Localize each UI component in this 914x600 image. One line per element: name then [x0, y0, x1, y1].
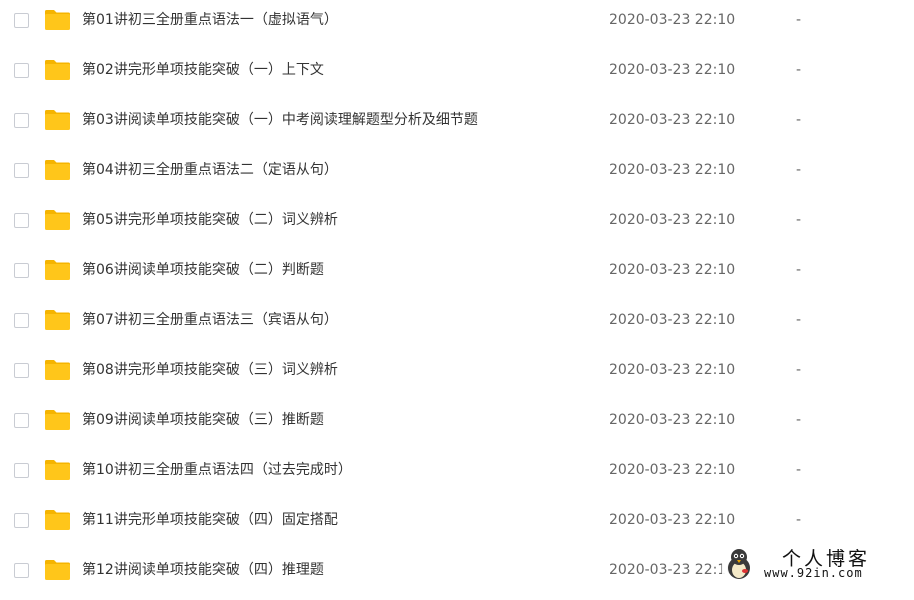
modified-date: 2020-03-23 22:10: [609, 262, 736, 278]
file-size: -: [796, 12, 802, 28]
file-name[interactable]: 第04讲初三全册重点语法二（定语从句）: [82, 161, 338, 179]
modified-date: 2020-03-23 22:10: [609, 62, 736, 78]
folder-icon: [45, 310, 70, 330]
checkbox-icon[interactable]: [14, 563, 29, 578]
file-row[interactable]: 第08讲完形单项技能突破（三）词义辨析 2020-03-23 22:10 -: [0, 350, 914, 400]
modified-date: 2020-03-23 22:10: [609, 562, 736, 578]
checkbox-icon[interactable]: [14, 163, 29, 178]
file-row[interactable]: 第01讲初三全册重点语法一（虚拟语气） 2020-03-23 22:10 -: [0, 0, 914, 50]
modified-date: 2020-03-23 22:10: [609, 412, 736, 428]
blog-mascot-icon: [728, 549, 750, 579]
modified-date: 2020-03-23 22:10: [609, 112, 736, 128]
modified-date: 2020-03-23 22:10: [609, 512, 736, 528]
file-name[interactable]: 第12讲阅读单项技能突破（四）推理题: [82, 561, 324, 579]
folder-icon: [45, 510, 70, 530]
folder-icon: [45, 360, 70, 380]
checkbox-icon[interactable]: [14, 113, 29, 128]
file-size: -: [796, 312, 802, 328]
file-name[interactable]: 第07讲初三全册重点语法三（宾语从句）: [82, 311, 338, 329]
modified-date: 2020-03-23 22:10: [609, 212, 736, 228]
file-name[interactable]: 第03讲阅读单项技能突破（一）中考阅读理解题型分析及细节题: [82, 111, 478, 129]
checkbox-icon[interactable]: [14, 413, 29, 428]
file-name[interactable]: 第10讲初三全册重点语法四（过去完成时）: [82, 461, 352, 479]
checkbox-icon[interactable]: [14, 263, 29, 278]
file-size: -: [796, 462, 802, 478]
modified-date: 2020-03-23 22:10: [609, 462, 736, 478]
checkbox-icon[interactable]: [14, 63, 29, 78]
file-row[interactable]: 第05讲完形单项技能突破（二）词义辨析 2020-03-23 22:10 -: [0, 200, 914, 250]
checkbox-icon[interactable]: [14, 463, 29, 478]
checkbox-icon[interactable]: [14, 363, 29, 378]
folder-icon: [45, 210, 70, 230]
folder-icon: [45, 260, 70, 280]
file-name[interactable]: 第06讲阅读单项技能突破（二）判断题: [82, 261, 324, 279]
watermark-url: www.92in.com: [764, 566, 863, 580]
file-row[interactable]: 第09讲阅读单项技能突破（三）推断题 2020-03-23 22:10 -: [0, 400, 914, 450]
checkbox-icon[interactable]: [14, 13, 29, 28]
modified-date: 2020-03-23 22:10: [609, 12, 736, 28]
file-row[interactable]: 第04讲初三全册重点语法二（定语从句） 2020-03-23 22:10 -: [0, 150, 914, 200]
folder-icon: [45, 160, 70, 180]
modified-date: 2020-03-23 22:10: [609, 362, 736, 378]
file-size: -: [796, 262, 802, 278]
folder-icon: [45, 60, 70, 80]
modified-date: 2020-03-23 22:10: [609, 162, 736, 178]
checkbox-icon[interactable]: [14, 313, 29, 328]
file-size: -: [796, 112, 802, 128]
file-name[interactable]: 第08讲完形单项技能突破（三）词义辨析: [82, 361, 338, 379]
file-name[interactable]: 第01讲初三全册重点语法一（虚拟语气）: [82, 11, 338, 29]
file-name[interactable]: 第05讲完形单项技能突破（二）词义辨析: [82, 211, 338, 229]
folder-icon: [45, 460, 70, 480]
file-size: -: [796, 212, 802, 228]
folder-icon: [45, 410, 70, 430]
file-size: -: [796, 512, 802, 528]
file-name[interactable]: 第09讲阅读单项技能突破（三）推断题: [82, 411, 324, 429]
modified-date: 2020-03-23 22:10: [609, 312, 736, 328]
file-size: -: [796, 412, 802, 428]
file-row[interactable]: 第06讲阅读单项技能突破（二）判断题 2020-03-23 22:10 -: [0, 250, 914, 300]
file-name[interactable]: 第11讲完形单项技能突破（四）固定搭配: [82, 511, 338, 529]
folder-icon: [45, 10, 70, 30]
checkbox-icon[interactable]: [14, 213, 29, 228]
folder-icon: [45, 560, 70, 580]
file-row[interactable]: 第10讲初三全册重点语法四（过去完成时） 2020-03-23 22:10 -: [0, 450, 914, 500]
checkbox-icon[interactable]: [14, 513, 29, 528]
file-name[interactable]: 第02讲完形单项技能突破（一）上下文: [82, 61, 324, 79]
watermark: 个人博客 www.92in.com: [722, 542, 914, 586]
file-row[interactable]: 第07讲初三全册重点语法三（宾语从句） 2020-03-23 22:10 -: [0, 300, 914, 350]
file-size: -: [796, 62, 802, 78]
folder-icon: [45, 110, 70, 130]
file-size: -: [796, 362, 802, 378]
file-row[interactable]: 第03讲阅读单项技能突破（一）中考阅读理解题型分析及细节题 2020-03-23…: [0, 100, 914, 150]
file-row[interactable]: 第02讲完形单项技能突破（一）上下文 2020-03-23 22:10 -: [0, 50, 914, 100]
file-size: -: [796, 162, 802, 178]
